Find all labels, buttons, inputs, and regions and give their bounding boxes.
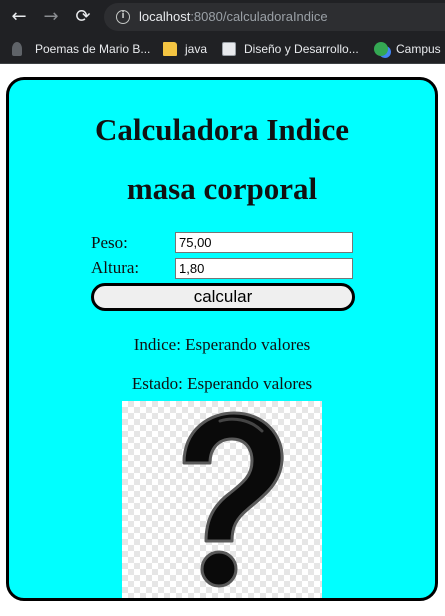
- bookmark-favicon-icon: [12, 42, 22, 56]
- url-path: :8080/calculadoraIndice: [190, 9, 328, 24]
- folder-icon: [163, 42, 177, 56]
- back-arrow-icon[interactable]: ←: [8, 6, 30, 28]
- peso-label: Peso:: [91, 233, 128, 252]
- calcular-button[interactable]: calcular: [91, 283, 355, 311]
- page-content: Calculadora Indice masa corporal Peso: A…: [0, 65, 445, 616]
- url-text: localhost:8080/calculadoraIndice: [139, 9, 328, 24]
- address-bar[interactable]: i localhost:8080/calculadoraIndice: [104, 3, 445, 31]
- result-image: [122, 401, 322, 598]
- info-icon[interactable]: i: [116, 10, 130, 24]
- calculator-card: Calculadora Indice masa corporal Peso: A…: [6, 77, 438, 601]
- bookmarks-bar: Poemas de Mario B... java Diseño y Desar…: [0, 34, 445, 64]
- url-host: localhost: [139, 9, 191, 24]
- bookmark-label: Diseño y Desarrollo...: [244, 42, 359, 56]
- page-title: Calculadora Indice: [94, 112, 350, 147]
- indice-result: Indice: Esperando valores: [133, 335, 311, 354]
- page-subtitle: masa corporal: [126, 171, 318, 206]
- bookmark-campus[interactable]: Campus: [374, 40, 441, 58]
- bookmark-favicon-icon: [374, 42, 388, 56]
- forward-arrow-icon[interactable]: →: [40, 6, 62, 28]
- estado-result: Estado: Esperando valores: [131, 374, 313, 393]
- altura-input[interactable]: [175, 258, 353, 279]
- bookmark-favicon-icon: [222, 42, 236, 56]
- bookmark-label: Campus: [396, 42, 441, 56]
- bookmark-poemas[interactable]: Poemas de Mario B...: [12, 40, 150, 58]
- question-mark-icon: [182, 411, 284, 588]
- bookmark-label: Poemas de Mario B...: [35, 42, 151, 56]
- bookmark-label: java: [185, 42, 208, 56]
- bookmark-diseno[interactable]: Diseño y Desarrollo...: [222, 40, 359, 58]
- browser-toolbar: ← → ⟳ i localhost:8080/calculadoraIndice: [0, 0, 445, 34]
- altura-label: Altura:: [91, 258, 140, 277]
- bookmark-java[interactable]: java: [163, 40, 207, 58]
- reload-icon[interactable]: ⟳: [72, 6, 94, 28]
- peso-input[interactable]: [175, 232, 353, 253]
